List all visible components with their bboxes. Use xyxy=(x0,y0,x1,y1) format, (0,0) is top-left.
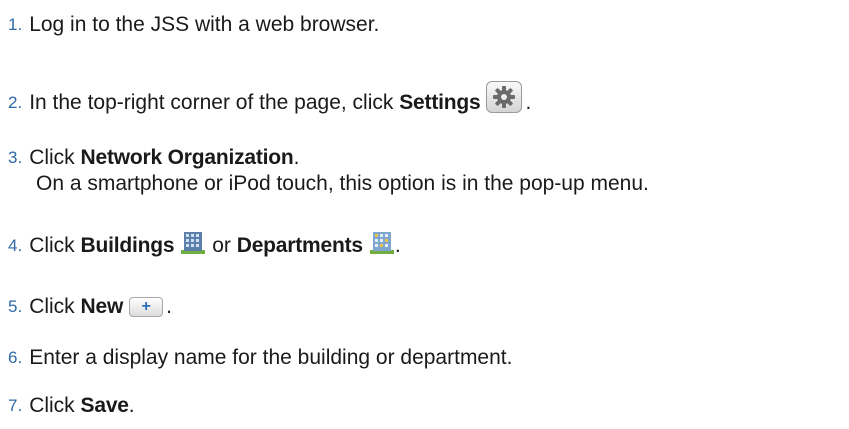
building-icon xyxy=(180,231,206,255)
step-number: 1. xyxy=(8,15,23,34)
step-2: 2. In the top-right corner of the page, … xyxy=(8,81,532,119)
instruction-steps: 1. Log in to the JSS with a web browser.… xyxy=(0,0,849,429)
step-number: 7. xyxy=(8,396,23,415)
step-number: 6. xyxy=(8,348,23,367)
step-text: Click xyxy=(29,146,81,169)
step-text: Click xyxy=(29,394,81,417)
step-text: Enter a display name for the building or… xyxy=(29,346,513,369)
step-text: In the top-right corner of the page, cli… xyxy=(29,91,400,114)
step-number: 4. xyxy=(8,236,23,255)
step-text: Click xyxy=(29,295,81,318)
departments-label: Departments xyxy=(236,234,363,257)
settings-label: Settings xyxy=(399,91,481,114)
department-icon xyxy=(369,231,395,255)
step-number: 3. xyxy=(8,148,23,167)
step-5: 5. Click New + . xyxy=(8,294,172,320)
network-organization-label: Network Organization xyxy=(80,146,294,169)
save-label: Save xyxy=(80,394,129,417)
step-text: or xyxy=(206,234,237,257)
step-3: 3. Click Network Organization . xyxy=(8,145,299,171)
step-4: 4. Click Buildings or Departments . xyxy=(8,231,401,259)
new-label: New xyxy=(80,295,124,318)
buildings-label: Buildings xyxy=(80,234,175,257)
gear-icon xyxy=(486,81,523,113)
step-number: 5. xyxy=(8,297,23,316)
step-number: 2. xyxy=(8,93,23,112)
step-punctuation: . xyxy=(166,295,172,318)
step-text: Log in to the JSS with a web browser. xyxy=(29,13,380,36)
step-punctuation: . xyxy=(394,234,401,257)
step-text: Click xyxy=(29,234,81,257)
step-punctuation: . xyxy=(293,146,300,169)
step-3-note: On a smartphone or iPod touch, this opti… xyxy=(36,172,649,195)
step-7: 7. Click Save . xyxy=(8,393,135,419)
step-6: 6. Enter a display name for the building… xyxy=(8,345,512,371)
step-1: 1. Log in to the JSS with a web browser. xyxy=(8,12,379,38)
plus-icon: + xyxy=(129,297,164,317)
step-punctuation: . xyxy=(525,91,532,114)
step-punctuation: . xyxy=(128,394,135,417)
